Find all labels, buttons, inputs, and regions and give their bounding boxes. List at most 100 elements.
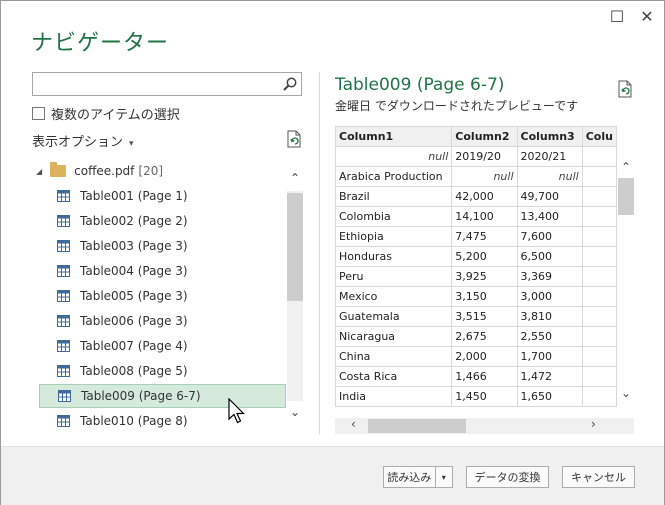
maximize-button[interactable]: ☐ (607, 7, 627, 26)
dialog-footer: 読み込み ▾ データの変換 キャンセル (1, 446, 664, 505)
table-cell: 7,475 (451, 226, 518, 247)
preview-subtitle: 金曜日 でダウンロードされたプレビューです (335, 99, 579, 113)
tree-item[interactable]: Table008 (Page 5) (39, 359, 286, 383)
table-cell (581, 346, 617, 367)
tree-item-label: Table006 (Page 3) (80, 314, 188, 328)
table-row: India 1,450 1,650 (335, 386, 617, 407)
table-cell: Mexico (335, 286, 453, 307)
column-header[interactable]: Column1 (335, 126, 453, 147)
table-cell: Arabica Production (335, 166, 453, 187)
table-cell: 42,000 (451, 186, 518, 207)
tree-item[interactable]: Table002 (Page 2) (39, 209, 286, 233)
table-cell (581, 386, 617, 407)
scroll-thumb[interactable] (368, 419, 466, 433)
search-input[interactable] (36, 73, 280, 95)
cancel-button[interactable]: キャンセル (562, 466, 635, 488)
search-box[interactable] (32, 72, 302, 96)
tree-item[interactable]: Table006 (Page 3) (39, 309, 286, 333)
table-icon (57, 240, 70, 252)
display-options-label: 表示オプション (32, 135, 124, 150)
load-split-button[interactable]: 読み込み ▾ (383, 466, 453, 488)
load-button[interactable]: 読み込み (384, 467, 436, 487)
scroll-down-icon[interactable]: ⌄ (619, 386, 633, 400)
column-header[interactable]: Column2 (451, 126, 518, 147)
header-row: Column1 Column2 Column3 Colu (335, 126, 617, 147)
preview-refresh-icon[interactable] (617, 80, 633, 98)
table-row: China 2,000 1,700 (335, 346, 617, 367)
tree-item-label: Table010 (Page 8) (80, 414, 188, 428)
table-cell: 2,675 (451, 326, 518, 347)
table-cell: China (335, 346, 453, 367)
tree-item-label: Table001 (Page 1) (80, 189, 188, 203)
scroll-right-icon[interactable]: › (591, 417, 596, 431)
table-icon (57, 265, 70, 277)
pane-divider (319, 72, 320, 434)
table-cell: 1,700 (516, 346, 583, 367)
table-cell: 1,466 (451, 366, 518, 387)
table-cell (581, 306, 617, 327)
table-row: null 2019/20 2020/21 (335, 146, 617, 167)
table-cell: null (335, 146, 453, 167)
table-cell: Colombia (335, 206, 453, 227)
search-icon[interactable] (282, 76, 298, 92)
table-cell: 3,000 (516, 286, 583, 307)
tree-item[interactable]: Table009 (Page 6-7) (39, 384, 286, 408)
scroll-left-icon[interactable]: ‹ (351, 417, 356, 431)
table-row: Honduras 5,200 6,500 (335, 246, 617, 267)
table-cell (581, 286, 617, 307)
table-cell: 3,925 (451, 266, 518, 287)
table-row: Guatemala 3,515 3,810 (335, 306, 617, 327)
table-row: Costa Rica 1,466 1,472 (335, 366, 617, 387)
tree-item-label: Table004 (Page 3) (80, 264, 188, 278)
scroll-down-icon[interactable]: ⌄ (288, 405, 302, 419)
table-row: Colombia 14,100 13,400 (335, 206, 617, 227)
table-icon (57, 365, 70, 377)
scroll-thumb[interactable] (287, 193, 303, 301)
table-row: Brazil 42,000 49,700 (335, 186, 617, 207)
tree-item-label: Table008 (Page 5) (80, 364, 188, 378)
refresh-icon[interactable] (286, 130, 302, 148)
tree-item[interactable]: Table003 (Page 3) (39, 234, 286, 258)
table-row: Mexico 3,150 3,000 (335, 286, 617, 307)
scroll-up-icon[interactable]: ⌃ (288, 171, 302, 185)
multi-select-option[interactable]: 複数のアイテムの選択 (32, 104, 180, 123)
scroll-thumb[interactable] (618, 178, 634, 215)
table-cell: null (516, 166, 583, 187)
column-header[interactable]: Colu (581, 126, 617, 147)
tree-item[interactable]: Table010 (Page 8) (39, 409, 286, 433)
table-cell: Nicaragua (335, 326, 453, 347)
table-cell: 3,515 (451, 306, 518, 327)
table-icon (57, 190, 70, 202)
table-cell: Honduras (335, 246, 453, 267)
tree-item[interactable]: Table005 (Page 3) (39, 284, 286, 308)
table-cell: 2,000 (451, 346, 518, 367)
tree-item-label: Table005 (Page 3) (80, 289, 188, 303)
display-options-dropdown[interactable]: 表示オプション ▾ (32, 131, 134, 150)
table-cell: 1,472 (516, 366, 583, 387)
table-cell: 2019/20 (451, 146, 518, 167)
preview-title: Table009 (Page 6-7) (335, 75, 505, 95)
preview-grid: Column1 Column2 Column3 Colu null 2019/20 202… (335, 126, 617, 418)
tree-item[interactable]: Table004 (Page 3) (39, 259, 286, 283)
tree-item-label: Table007 (Page 4) (80, 339, 188, 353)
chevron-down-icon[interactable]: ▾ (436, 473, 453, 482)
table-row: Peru 3,925 3,369 (335, 266, 617, 287)
tree-item[interactable]: Table007 (Page 4) (39, 334, 286, 358)
expand-triangle-icon[interactable]: ◢ (36, 167, 42, 176)
table-cell: 2,550 (516, 326, 583, 347)
multi-select-checkbox[interactable] (32, 107, 45, 120)
table-cell (581, 366, 617, 387)
mouse-cursor-icon (228, 398, 245, 424)
preview-vertical-scrollbar[interactable]: ⌃ ⌄ (618, 160, 634, 404)
tree-item[interactable]: Table001 (Page 1) (39, 184, 286, 208)
table-cell: 3,810 (516, 306, 583, 327)
navigator-scrollbar[interactable]: ⌃ ⌄ (287, 169, 303, 424)
column-header[interactable]: Column3 (516, 126, 583, 147)
scroll-up-icon[interactable]: ⌃ (619, 160, 633, 174)
multi-select-label: 複数のアイテムの選択 (51, 108, 180, 123)
transform-data-button[interactable]: データの変換 (466, 466, 549, 488)
table-cell: 14,100 (451, 206, 518, 227)
close-button[interactable]: ✕ (637, 7, 657, 26)
tree-root-coffee-pdf[interactable]: ◢ coffee.pdf [20] (36, 162, 163, 178)
preview-horizontal-scrollbar[interactable]: ‹ › (335, 417, 634, 434)
